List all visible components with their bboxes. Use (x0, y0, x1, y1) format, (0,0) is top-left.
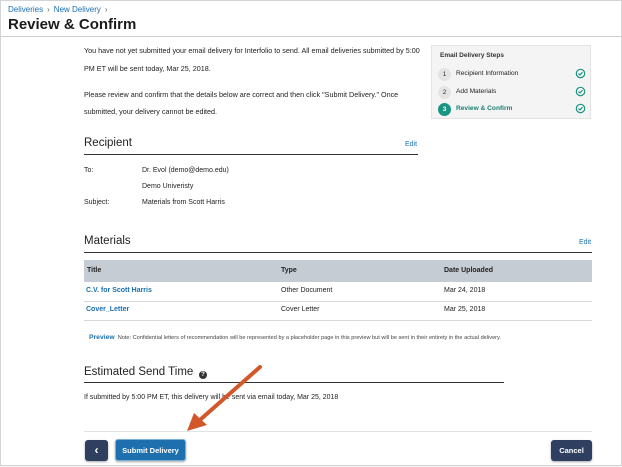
footer-divider (84, 431, 592, 432)
table-row: C.V. for Scott Harris Other Document Mar… (84, 282, 592, 302)
help-icon[interactable]: ? (199, 371, 207, 379)
recipient-heading: Recipient (84, 137, 132, 149)
step-review-confirm[interactable]: 3 Review & Confirm (438, 103, 586, 116)
step-number: 2 (438, 86, 451, 99)
materials-edit-link[interactable]: Edit (579, 239, 591, 246)
step-number: 3 (438, 103, 451, 116)
material-title-link[interactable]: Cover_Letter (86, 306, 129, 313)
material-date: Mar 24, 2018 (444, 287, 486, 294)
subject-label: Subject: (84, 199, 110, 206)
breadcrumb-deliveries[interactable]: Deliveries (8, 5, 43, 14)
step-label: Add Materials (456, 88, 497, 95)
header-divider (1, 36, 622, 37)
page-frame: Deliveries › New Delivery › Review & Confir… (0, 0, 622, 466)
send-time-divider (84, 382, 504, 383)
recipient-edit-link[interactable]: Edit (405, 141, 417, 148)
step-add-materials[interactable]: 2 Add Materials (438, 86, 586, 99)
check-circle-icon (575, 86, 586, 97)
column-header-type[interactable]: Type (281, 267, 297, 274)
institution-value: Demo Univeristy (142, 183, 194, 190)
column-header-date[interactable]: Date Uploaded (444, 267, 493, 274)
breadcrumb-separator: › (104, 5, 108, 14)
column-header-title[interactable]: Title (87, 267, 101, 274)
steps-title: Email Delivery Steps (440, 52, 504, 59)
chevron-left-icon: ‹ (94, 443, 99, 457)
step-recipient-information[interactable]: 1 Recipient Information (438, 68, 586, 81)
preview-note: Note: Confidential letters of recommenda… (117, 335, 501, 341)
recipient-divider (84, 154, 418, 155)
material-title-link[interactable]: C.V. for Scott Harris (86, 287, 152, 294)
page-title: Review & Confirm (8, 16, 137, 33)
table-row: Cover_Letter Cover Letter Mar 25, 2018 (84, 301, 592, 321)
send-time-text: If submitted by 5:00 PM ET, this deliver… (84, 394, 339, 401)
check-circle-icon (575, 103, 586, 114)
intro-line-2: PM ET will be sent today, Mar 25, 2018. (84, 64, 211, 73)
submit-delivery-button[interactable]: Submit Delivery (115, 439, 186, 461)
to-label: To: (84, 167, 94, 174)
step-number: 1 (438, 68, 451, 81)
intro-line-4: submitted, your delivery cannot be edite… (84, 107, 218, 116)
materials-divider (84, 252, 592, 253)
subject-value: Materials from Scott Harris (142, 199, 225, 206)
materials-heading: Materials (84, 235, 131, 247)
preview-link[interactable]: Preview (89, 334, 115, 341)
breadcrumb-new-delivery[interactable]: New Delivery (54, 5, 101, 14)
back-button[interactable]: ‹ (85, 440, 108, 461)
step-label: Recipient Information (456, 70, 519, 77)
breadcrumb-separator: › (47, 5, 50, 14)
cancel-button[interactable]: Cancel (551, 440, 592, 461)
material-date: Mar 25, 2018 (444, 306, 486, 313)
breadcrumb: Deliveries › New Delivery › (8, 5, 112, 14)
material-type: Cover Letter (281, 306, 320, 313)
material-type: Other Document (281, 287, 333, 294)
to-value: Dr. Evol (demo@demo.edu) (142, 167, 229, 174)
step-label: Review & Confirm (456, 105, 513, 112)
send-time-heading: Estimated Send Time (84, 366, 194, 378)
materials-table-header: Title Type Date Uploaded (84, 260, 592, 282)
delivery-steps-card: Email Delivery Steps 1 Recipient Informa… (431, 45, 591, 119)
check-circle-icon (575, 68, 586, 79)
preview-bar: Preview Note: Confidential letters of rec… (84, 334, 592, 348)
intro-line-1: You have not yet submitted your email de… (84, 46, 420, 55)
intro-line-3: Please review and confirm that the detai… (84, 90, 399, 99)
